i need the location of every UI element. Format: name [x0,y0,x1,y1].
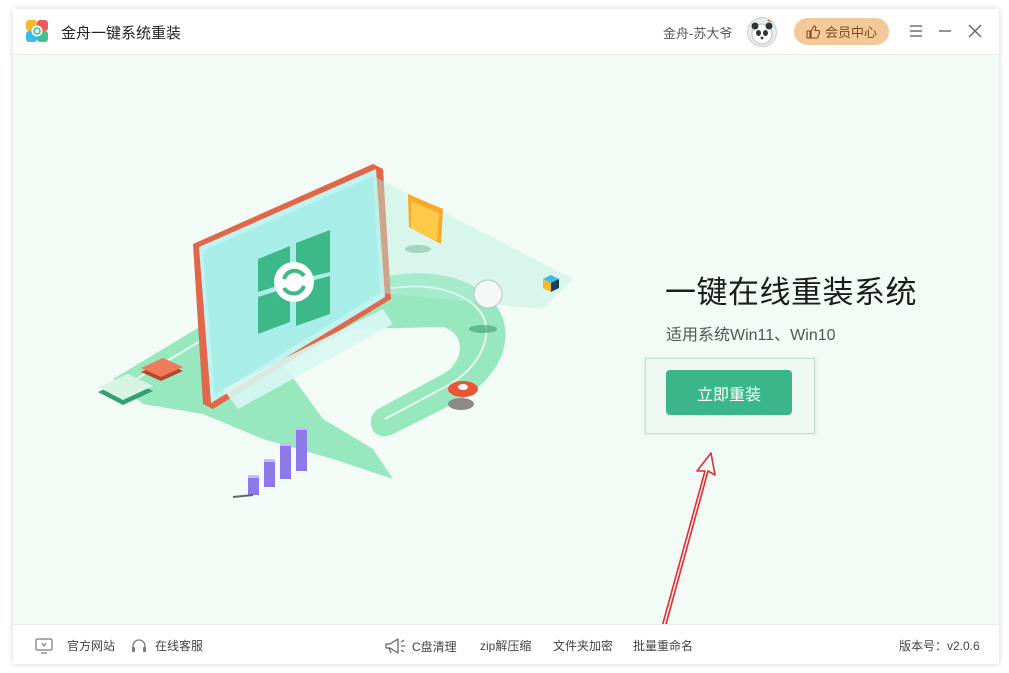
official-site-label: 官方网站 [67,639,116,653]
version-label: 版本号：v2.0.6 [899,639,980,653]
main-title: 一键在线重装系统 [665,275,917,310]
online-service-link[interactable]: 在线客服 [131,637,203,654]
c-drive-clean-label: C盘清理 [412,639,457,654]
hero-illustration [98,164,573,498]
footer-bar: 官方网站 在线客服 C盘清理 zip解压缩 文件夹加密 批量重命名 版本号：v2… [13,624,999,664]
user-name[interactable]: 金舟-苏大爷 [663,23,732,42]
headset-icon [132,638,146,652]
close-icon[interactable] [963,19,987,43]
website-icon [35,637,53,654]
vip-center-button[interactable]: 会员中心 [794,18,889,45]
annotation-arrow [659,452,716,636]
online-service-label: 在线客服 [155,639,204,653]
install-now-button[interactable]: 立即重装 [666,370,792,415]
folder-encrypt-link[interactable]: 文件夹加密 [553,637,613,654]
vip-center-label: 会员中心 [824,25,877,40]
app-window: 金舟一键系统重装 金舟-苏大爷 会员中心 一键在线重装系统 适用系统Win11、… [13,9,999,664]
batch-rename-link[interactable]: 批量重命名 [633,637,693,654]
zip-tool-link[interactable]: zip解压缩 [480,637,531,654]
app-logo-icon [26,20,48,42]
title-bar: 金舟一键系统重装 金舟-苏大爷 会员中心 [13,9,999,55]
megaphone-icon [385,638,405,654]
official-site-link[interactable]: 官方网站 [35,637,115,654]
app-title: 金舟一键系统重装 [61,25,182,42]
minimize-icon[interactable] [933,19,957,43]
menu-icon[interactable] [904,19,928,43]
supported-systems-text: 适用系统Win11、Win10 [666,327,836,344]
thumb-up-icon [806,24,820,39]
panda-avatar[interactable] [747,17,777,47]
c-drive-clean-link[interactable]: C盘清理 [384,637,457,655]
